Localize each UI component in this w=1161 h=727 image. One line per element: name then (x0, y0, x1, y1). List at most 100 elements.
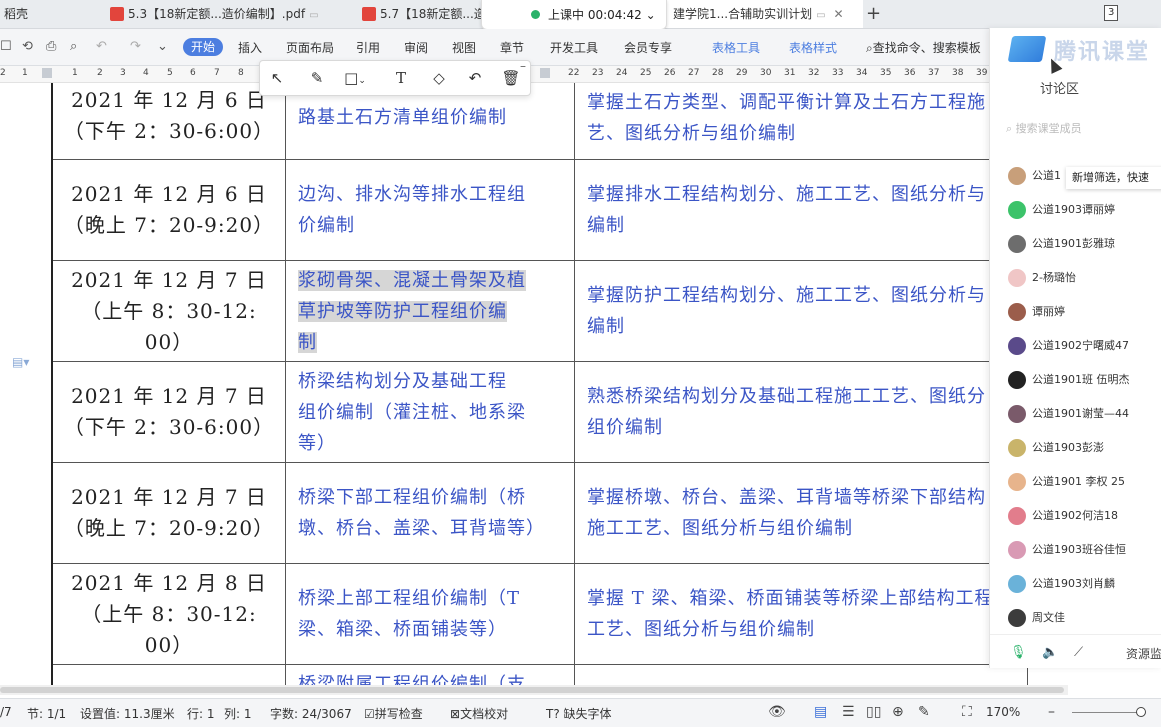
member-item[interactable]: 公道1901彭雅琼 (1008, 235, 1115, 257)
zoom-slider[interactable] (1072, 712, 1142, 713)
tab-chapter[interactable]: 章节 (500, 39, 524, 56)
setting-value[interactable]: 设置值: 11.3厘米 (80, 705, 175, 722)
topic-cell[interactable]: 桥梁下部工程组价编制（桥 墩、桥台、盖梁、耳背墙等） (285, 462, 575, 564)
member-item[interactable]: 公道1903班谷佳恒 (1008, 541, 1126, 563)
eraser-icon[interactable]: ◇ (428, 67, 450, 89)
proofread-button[interactable]: ⊠文档校对 (450, 705, 508, 722)
close-tab-icon[interactable]: ✕ (834, 7, 844, 21)
topic-cell[interactable]: 桥梁结构划分及基础工程 组价编制（灌注桩、地系梁 等） (285, 361, 575, 463)
zoom-slider-handle[interactable] (1136, 707, 1146, 717)
scrollbar-thumb[interactable] (0, 687, 1064, 693)
new-tab-button[interactable]: + (866, 0, 881, 28)
topic-cell[interactable]: 桥梁附属工程组价编制（支 (285, 664, 575, 685)
command-search[interactable]: ⌕查找命令、搜索模板 (866, 39, 981, 56)
member-search-input[interactable]: ⌕ 搜索课堂成员 (1006, 120, 1156, 140)
date-cell[interactable]: 2021 年 12 月 8 日 （上午 8：30-12: 00） (51, 563, 286, 665)
goal-cell[interactable] (574, 664, 1028, 685)
speaker-icon[interactable]: 🔈 (1042, 645, 1058, 660)
tab-pdf-1[interactable]: 5.3【18新定额...造价编制】.pdf ▭ (110, 0, 348, 28)
paragraph-icon[interactable]: ▤▾ (12, 355, 29, 371)
page-view-icon[interactable]: ▤ (814, 704, 827, 720)
tab-pdf-2[interactable]: 5.7【18新定额...造 (362, 0, 482, 28)
date-cell[interactable]: 2021 年 12 月 7 日 （上午 8：30-12: 00） (51, 260, 286, 362)
member-item[interactable]: 公道1902宁曙威47 (1008, 337, 1129, 359)
tab-member[interactable]: 会员专享 (624, 39, 672, 56)
table-row[interactable]: 2021 年 12 月 7 日 （晚上 7：20-9:20） 桥梁下部工程组价编制… (51, 462, 1028, 564)
pen-icon[interactable]: ✎ (306, 67, 328, 89)
member-item[interactable]: 周文佳 (1008, 609, 1065, 631)
redo-icon[interactable]: ↷ (130, 39, 141, 54)
table-row[interactable]: 2021 年 12 月 7 日 （下午 2：30-6:00） 桥梁结构划分及基础工… (51, 361, 1028, 463)
word-count[interactable]: 字数: 24/3067 (270, 705, 352, 722)
zoom-out-icon[interactable]: – (1048, 704, 1055, 720)
table-row[interactable]: 桥梁附属工程组价编制（支 (51, 664, 1028, 685)
goal-cell[interactable]: 掌握桥墩、桥台、盖梁、耳背墙等桥梁下部结构 施工工艺、图纸分析与组价编制 (574, 462, 1028, 564)
member-item[interactable]: 公道1 (1008, 167, 1061, 189)
spellcheck-button[interactable]: ☑拼写检查 (364, 705, 423, 722)
pointer-icon[interactable]: ↖ (266, 67, 288, 89)
member-item[interactable]: 公道1901谢莹—44 (1008, 405, 1129, 427)
goal-cell[interactable]: 熟悉桥梁结构划分及基础工程施工工艺、图纸分 组价编制 (574, 361, 1028, 463)
topic-cell-selected[interactable]: 浆砌骨架、混凝土骨架及植 草护坡等防护工程组价编制 (285, 260, 575, 362)
tab-reference[interactable]: 引用 (356, 39, 380, 56)
table-row[interactable]: 2021 年 12 月 6 日 （下午 2：30-6:00） 路基土石方清单组价编… (51, 83, 1028, 160)
member-item[interactable]: 2-杨璐怡 (1008, 269, 1076, 291)
goal-cell[interactable]: 掌握排水工程结构划分、施工工艺、图纸分析与 编制 (574, 159, 1028, 261)
tab-developer[interactable]: 开发工具 (550, 39, 598, 56)
member-item[interactable]: 公道1901 李权 25 (1008, 473, 1125, 495)
tab-review[interactable]: 审阅 (404, 39, 428, 56)
fit-page-icon[interactable]: ⛶ (962, 704, 972, 720)
web-view-icon[interactable]: ⊕ (892, 704, 904, 720)
rectangle-icon[interactable]: □⌄ (344, 67, 366, 89)
tab-table-style[interactable]: 表格样式 (789, 39, 837, 56)
schedule-table[interactable]: 2021 年 12 月 6 日 （下午 2：30-6:00） 路基土石方清单组价编… (51, 83, 1028, 685)
missing-font-button[interactable]: T? 缺失字体 (546, 705, 612, 722)
ruler-indent-marker[interactable] (540, 68, 550, 78)
date-cell[interactable] (51, 664, 286, 685)
table-row[interactable]: 2021 年 12 月 6 日 （晚上 7：20-9:20） 边沟、排水沟等排水工… (51, 159, 1028, 261)
member-item[interactable]: 谭丽婷 (1008, 303, 1065, 325)
resource-monitor-button[interactable]: 资源监 (1126, 645, 1161, 662)
preview-icon[interactable]: ⌕ (70, 39, 77, 54)
eye-icon[interactable]: 👁 (768, 704, 786, 720)
goal-cell[interactable]: 掌握防护工程结构划分、施工工艺、图纸分析与 编制 (574, 260, 1028, 362)
tab-page-layout[interactable]: 页面布局 (286, 39, 334, 56)
microphone-icon[interactable]: 🎙 (1010, 645, 1027, 660)
pin-icon[interactable]: ⟋ (1074, 645, 1083, 660)
more-icon[interactable]: ⌄ (157, 39, 168, 54)
tab-view[interactable]: 视图 (452, 39, 476, 56)
tab-home[interactable]: 稻壳 (4, 0, 94, 28)
horizontal-ruler[interactable]: 2 1 1 2 3 4 5 6 7 8 22 23 24 25 26 27 28… (0, 66, 1161, 83)
member-item[interactable]: 公道1903彭澎 (1008, 439, 1104, 461)
minimize-button[interactable]: – (520, 59, 526, 73)
page-indicator[interactable]: /7 (0, 705, 12, 719)
section-indicator[interactable]: 节: 1/1 (27, 705, 66, 722)
pen-mode-icon[interactable]: ✎ (918, 704, 930, 720)
tab-document[interactable]: 建学院1...合辅助实训计划 ▭ ✕ (665, 0, 863, 28)
recording-indicator[interactable]: 上课中 00:04:42 ⌄ (481, 0, 667, 30)
goal-cell[interactable]: 掌握土石方类型、调配平衡计算及土石方工程施 艺、图纸分析与组价编制 (574, 83, 1028, 160)
tab-insert[interactable]: 插入 (238, 39, 262, 56)
goal-cell[interactable]: 掌握 T 梁、箱梁、桥面铺装等桥梁上部结构工程 工艺、图纸分析与组价编制 (574, 563, 1028, 665)
topic-cell[interactable]: 桥梁上部工程组价编制（T 梁、箱梁、桥面铺装等） (285, 563, 575, 665)
read-view-icon[interactable]: ▯▯ (866, 704, 881, 720)
text-icon[interactable]: T (390, 67, 412, 89)
tab-start[interactable]: 开始 (183, 38, 223, 56)
member-item[interactable]: 公道1903刘肖麟 (1008, 575, 1115, 597)
member-item[interactable]: 公道1901班 伍明杰 (1008, 371, 1130, 393)
trash-icon[interactable]: 🗑 (500, 67, 522, 89)
horizontal-scrollbar[interactable] (0, 685, 1068, 695)
table-row[interactable]: 2021 年 12 月 8 日 （上午 8：30-12: 00） 桥梁上部工程组价编… (51, 563, 1028, 665)
date-cell[interactable]: 2021 年 12 月 6 日 （晚上 7：20-9:20） (51, 159, 286, 261)
table-row[interactable]: 2021 年 12 月 7 日 （上午 8：30-12: 00） 浆砌骨架、混凝土骨… (51, 260, 1028, 362)
zoom-level[interactable]: 170% (986, 705, 1020, 719)
document-canvas[interactable]: ▤▾ 2021 年 12 月 6 日 （下午 2：30-6:00） 路基土石方清单… (0, 83, 1161, 685)
date-cell[interactable]: 2021 年 12 月 6 日 （下午 2：30-6:00） (51, 83, 286, 160)
paste-icon[interactable]: ⟲ (22, 39, 33, 54)
print-icon[interactable]: ⎙ (46, 39, 56, 54)
ruler-indent-marker[interactable] (42, 68, 52, 78)
date-cell[interactable]: 2021 年 12 月 7 日 （下午 2：30-6:00） (51, 361, 286, 463)
undo-icon[interactable]: ↶ (96, 39, 107, 54)
outline-view-icon[interactable]: ☰ (842, 704, 855, 720)
tab-table-tools[interactable]: 表格工具 (712, 39, 760, 56)
